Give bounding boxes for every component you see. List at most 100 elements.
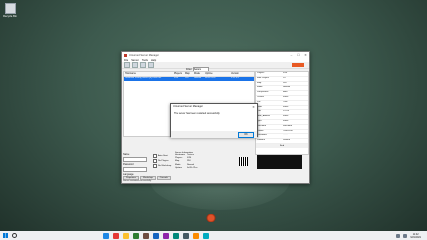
windows-start-icon[interactable] — [3, 233, 8, 238]
password-field[interactable] — [123, 167, 147, 172]
properties-grid: Players 0/24 Max Players 24 Map PEI Mode Normal… — [255, 71, 309, 155]
server-settings-panel: Name Password Language Auto Start No Plu… — [123, 152, 173, 176]
cell-hostname: Unturned Testing Server [E] Free Kits — [125, 77, 162, 79]
property-key: Hide_Admins — [257, 115, 271, 118]
start-server-icon[interactable] — [132, 62, 138, 68]
no-plugins-label: No Plugins — [158, 160, 169, 162]
auto-start-label: Auto Start — [158, 155, 168, 157]
taskbar-app-icon[interactable] — [183, 232, 189, 239]
no-workshop-checkbox[interactable]: No Workshop — [153, 164, 171, 168]
clock[interactable]: 11:42 9/21/2021 — [410, 233, 421, 239]
taskbar-app-icon[interactable] — [113, 232, 119, 239]
server-info-key: Uptime — [175, 166, 182, 169]
property-key: Perspective — [257, 91, 269, 94]
dialog-close-icon[interactable]: ✕ — [250, 105, 257, 109]
taskbar: 11:42 9/21/2021 — [0, 231, 427, 240]
clock-date: 9/21/2021 — [410, 235, 421, 239]
qr-code — [239, 157, 248, 166]
server-info-value: 0d 3h 21m — [187, 166, 198, 169]
restart-server-icon[interactable] — [148, 62, 154, 68]
property-key: Cheats — [257, 95, 264, 98]
property-value: False — [283, 115, 289, 118]
app-icon — [124, 53, 127, 57]
taskbar-app-icon[interactable] — [203, 232, 209, 239]
ok-button[interactable]: OK — [238, 131, 254, 138]
property-value: Default — [283, 139, 290, 142]
property-key: Port — [257, 110, 262, 113]
toolbar — [122, 62, 309, 69]
minimize-icon[interactable]: – — [288, 53, 295, 57]
system-tray: 11:42 9/21/2021 — [396, 233, 427, 239]
taskbar-app-icon[interactable] — [103, 232, 109, 239]
server-info-panel: Server Information Hostname Testsrv Player… — [175, 152, 239, 174]
col-players[interactable]: Players — [173, 72, 184, 76]
auto-start-checkbox[interactable]: Auto Start — [153, 154, 168, 158]
property-key: Gold — [257, 105, 262, 108]
col-uptime[interactable]: Uptime — [204, 72, 230, 76]
taskbar-app-icon[interactable] — [163, 232, 169, 239]
taskbar-app-icon[interactable] — [193, 232, 199, 239]
taskbar-app-icon[interactable] — [143, 232, 149, 239]
property-key: Mode — [257, 86, 263, 89]
console-output[interactable] — [257, 155, 302, 169]
close-icon[interactable]: ✕ — [302, 53, 309, 57]
table-row[interactable]: Unturned Testing Server [E] Free Kits 0/… — [124, 77, 254, 81]
brand-logo — [292, 63, 304, 67]
search-icon[interactable] — [12, 233, 17, 238]
property-key: Password — [257, 134, 267, 137]
taskbar-app-icon[interactable] — [123, 232, 129, 239]
property-value: Both — [283, 91, 288, 94]
property-value: 0/24 — [283, 72, 288, 74]
add-server-icon[interactable] — [124, 62, 130, 68]
name-field[interactable] — [123, 157, 147, 162]
volume-icon[interactable] — [403, 233, 408, 238]
property-value: False — [283, 119, 289, 122]
cell-players: 0/24 — [174, 77, 179, 79]
taskbar-app-icon[interactable] — [153, 232, 159, 239]
flower-decoration — [206, 214, 216, 222]
col-map[interactable]: Map — [184, 72, 193, 76]
property-value: 76561198 — [283, 129, 293, 132]
property-value: False — [283, 95, 289, 98]
stop-server-icon[interactable] — [140, 62, 146, 68]
dialog-footer: OK — [171, 131, 257, 138]
cell-version: 3.22.5.0 — [231, 77, 239, 79]
recycle-bin-label: Recycle Bin — [3, 15, 17, 18]
property-value: ****** — [283, 134, 289, 137]
property-value: Normal — [283, 86, 291, 89]
property-value: True — [283, 100, 288, 103]
server-info-row: Uptime 0d 3h 21m — [175, 167, 239, 170]
col-mode[interactable]: Mode — [193, 72, 204, 76]
network-icon[interactable] — [396, 233, 401, 238]
dialog-message: The server has been restarted successful… — [174, 112, 221, 115]
taskbar-app-icon[interactable] — [133, 232, 139, 239]
cell-map: PEI — [185, 77, 189, 79]
property-value: False — [283, 105, 289, 108]
recycle-bin-shortcut[interactable]: Recycle Bin — [3, 3, 17, 18]
col-version[interactable]: Version — [230, 72, 251, 76]
property-key: Welcome — [257, 124, 267, 127]
cell-mode: Normal — [194, 77, 202, 79]
property-value: PEI — [283, 81, 287, 84]
property-key: Loadout — [257, 139, 265, 142]
maximize-icon[interactable]: ☐ — [295, 53, 302, 57]
property-value: Welcome — [283, 124, 293, 127]
col-hostname[interactable]: Hostname — [124, 72, 173, 76]
property-key: Players — [257, 72, 265, 74]
window-title: Unturned Server Manager — [129, 53, 159, 57]
find-button[interactable]: Find — [256, 143, 308, 148]
property-key: Max Players — [257, 76, 270, 79]
taskbar-app-icon[interactable] — [173, 232, 179, 239]
property-key: Sync — [257, 119, 262, 122]
property-key: Owner — [257, 129, 264, 132]
property-key: PvP — [257, 100, 262, 103]
recycle-bin-icon — [4, 3, 16, 14]
status-bar: Server restarted successfully. — [123, 180, 152, 182]
cell-uptime: 0d 3h 21m — [205, 77, 216, 79]
no-workshop-label: No Workshop — [158, 165, 172, 167]
message-dialog: Unturned Server Manager ✕ The server has… — [170, 103, 258, 138]
no-plugins-checkbox[interactable]: No Plugins — [153, 159, 169, 163]
property-value: 24 — [283, 76, 286, 79]
dialog-title: Unturned Server Manager — [173, 105, 203, 108]
property-key: Map — [257, 81, 262, 84]
